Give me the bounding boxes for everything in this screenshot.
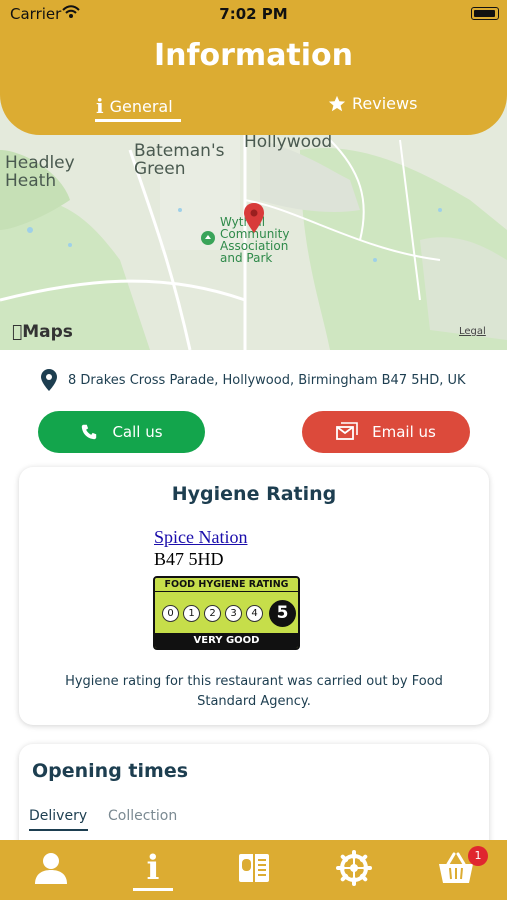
maps-logo: Maps xyxy=(12,322,73,342)
status-time: 7:02 PM xyxy=(219,5,288,23)
map-label-hollywood: Hollywood xyxy=(244,132,333,152)
hygiene-rating-card: Hygiene Rating Spice Nation B47 5HD FOOD… xyxy=(19,467,489,725)
tab-general[interactable]: i General xyxy=(96,94,173,118)
nav-selected-indicator xyxy=(133,888,173,891)
opening-times-title: Opening times xyxy=(32,760,189,782)
rating-digit: 0 xyxy=(162,605,179,622)
page-title: Information xyxy=(153,38,354,73)
apple-icon:  xyxy=(12,322,22,342)
profile-icon xyxy=(35,853,67,884)
rating-scale: 0 1 2 3 4 5 xyxy=(162,600,296,627)
phone-icon xyxy=(82,424,97,440)
settings-icon xyxy=(336,850,372,886)
rating-label: VERY GOOD xyxy=(155,633,298,648)
hygiene-title: Hygiene Rating xyxy=(171,483,337,505)
nav-profile[interactable] xyxy=(31,848,71,888)
nav-settings[interactable] xyxy=(334,848,374,888)
park-icon xyxy=(201,231,215,245)
fsa-widget: Spice Nation B47 5HD xyxy=(154,527,247,570)
cart-count-badge: 1 xyxy=(468,846,488,866)
tab-general-label: General xyxy=(109,96,173,116)
nav-menu[interactable] xyxy=(234,848,274,888)
bottom-navigation: i 1 xyxy=(0,840,507,900)
info-icon: i xyxy=(146,848,160,888)
delivery-tab-indicator xyxy=(29,829,88,831)
tab-reviews-label: Reviews xyxy=(352,94,418,113)
business-name-link[interactable]: Spice Nation xyxy=(154,527,247,548)
nav-info[interactable]: i xyxy=(133,848,173,888)
info-icon: i xyxy=(96,94,104,118)
email-us-button[interactable]: Email us xyxy=(302,411,470,453)
header: Carrier 7:02 PM Information i General Re… xyxy=(0,0,507,135)
call-us-button[interactable]: Call us xyxy=(38,411,205,453)
tab-reviews[interactable]: Reviews xyxy=(328,94,417,113)
badge-header: FOOD HYGIENE RATING xyxy=(155,578,298,592)
hygiene-note: Hygiene rating for this restaurant was c… xyxy=(65,674,443,709)
rating-score: 5 xyxy=(269,600,296,627)
map-pin-icon[interactable] xyxy=(243,202,265,234)
email-us-label: Email us xyxy=(372,423,436,441)
address-row: 8 Drakes Cross Parade, Hollywood, Birmin… xyxy=(40,368,466,392)
call-us-label: Call us xyxy=(112,423,163,441)
map-label-headley-heath: Headley Heath xyxy=(5,153,75,191)
map-label-batemans-green: Bateman's Green xyxy=(134,141,225,179)
email-icon xyxy=(336,422,358,440)
star-icon xyxy=(328,95,346,111)
location-pin-icon xyxy=(41,369,57,391)
battery-icon xyxy=(471,7,499,20)
rating-digit: 1 xyxy=(183,605,200,622)
rating-digit: 2 xyxy=(204,605,221,622)
rating-digit: 4 xyxy=(246,605,263,622)
business-postcode: B47 5HD xyxy=(154,549,224,569)
tab-collection[interactable]: Collection xyxy=(108,808,177,824)
status-bar: Carrier 7:02 PM xyxy=(0,0,507,30)
map-legal-link[interactable]: Legal xyxy=(459,326,486,337)
tab-delivery[interactable]: Delivery xyxy=(29,808,87,824)
menu-icon xyxy=(239,854,269,882)
rating-digit: 3 xyxy=(225,605,242,622)
food-hygiene-rating-badge: FOOD HYGIENE RATING 0 1 2 3 4 5 VERY GOO… xyxy=(153,576,300,650)
address-text: 8 Drakes Cross Parade, Hollywood, Birmin… xyxy=(68,372,466,388)
tab-selected-indicator xyxy=(95,119,181,122)
